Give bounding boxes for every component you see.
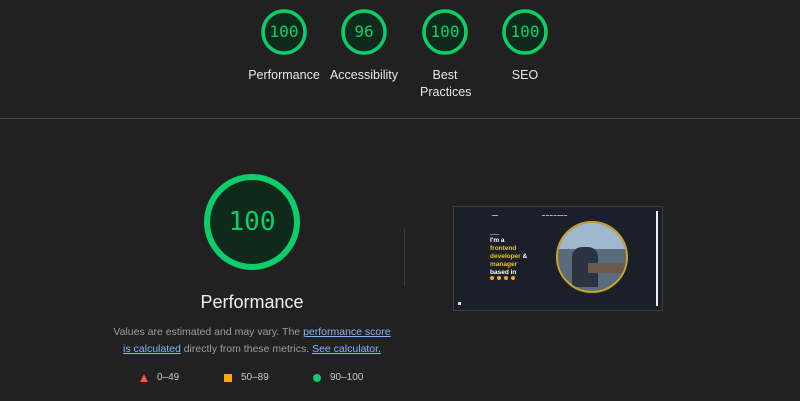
thumb-nav: ▬ ▬ ▬ ▬ ▬▬ ▬ (542, 213, 568, 217)
gauge-best-practices[interactable]: 100 Best Practices (400, 8, 490, 101)
gauge-score: 100 (430, 22, 460, 41)
thumb-portrait-photo (556, 221, 628, 293)
social-icon (511, 276, 515, 280)
legend-pass: 90–100 (313, 372, 363, 383)
gauge-ring: 96 (340, 8, 388, 56)
thumb-hero-text: I'm a frontend developer & manager based… (490, 237, 527, 277)
hero-line: developer & (490, 253, 527, 261)
legend-range: 50–89 (241, 372, 269, 383)
gauge-score: 100 (510, 22, 540, 41)
gauge-label: Accessibility (329, 68, 399, 82)
social-icon (490, 276, 494, 280)
legend-average: 50–89 (224, 372, 269, 383)
performance-title: Performance (200, 292, 304, 312)
photo-desk (588, 263, 626, 273)
hero-line: I'm a (490, 237, 505, 244)
social-icon (504, 276, 508, 280)
gauge-accessibility[interactable]: 96 Accessibility (319, 8, 409, 84)
thumb-scrollbar (656, 211, 658, 306)
desc-text: Values are estimated and may vary. The (113, 326, 304, 338)
hero-word: & (520, 253, 528, 260)
performance-score: 100 (228, 207, 276, 237)
thumb-social-icons (490, 276, 518, 280)
gauge-label: Performance (248, 68, 320, 82)
legend-fail: 0–49 (140, 372, 179, 383)
gauge-seo[interactable]: 100 SEO (480, 8, 570, 84)
final-screenshot-thumbnail[interactable]: ▬▬ ▬ ▬ ▬ ▬ ▬▬ ▬ ▬▬▬ I'm a frontend devel… (453, 206, 663, 311)
circle-icon (313, 373, 321, 382)
performance-gauge: 100 (202, 172, 302, 272)
photo-sky (558, 223, 626, 249)
thumb-corner-mark (458, 302, 461, 305)
hero-line: manager (490, 261, 518, 268)
hero-line: frontend (490, 245, 517, 252)
gauge-label: SEO (511, 68, 539, 82)
performance-description: Values are estimated and may vary. The p… (112, 324, 392, 358)
legend-range: 0–49 (157, 372, 180, 383)
desc-text: directly from these metrics. (180, 343, 313, 355)
legend-range: 90–100 (330, 372, 364, 383)
gauge-ring: 100 (260, 8, 308, 56)
thumb-logo: ▬▬ (492, 213, 498, 217)
gauge-score: 96 (354, 22, 374, 41)
section-divider (0, 118, 800, 119)
gauge-label: Best Practices (420, 68, 472, 99)
triangle-icon (140, 373, 148, 382)
social-icon (497, 276, 501, 280)
thumb-tag: ▬▬▬ (490, 232, 499, 236)
see-calculator-link[interactable]: See calculator. (312, 343, 381, 355)
square-icon (224, 373, 232, 382)
gauge-ring: 100 (501, 8, 549, 56)
gauge-performance[interactable]: 100 Performance (239, 8, 329, 84)
hero-word: developer (490, 253, 521, 260)
gauge-ring: 100 (421, 8, 469, 56)
category-gauges: 100 Performance 96 Accessibility 100 Bes… (0, 0, 800, 118)
gauge-score: 100 (269, 22, 299, 41)
column-separator (404, 228, 405, 286)
